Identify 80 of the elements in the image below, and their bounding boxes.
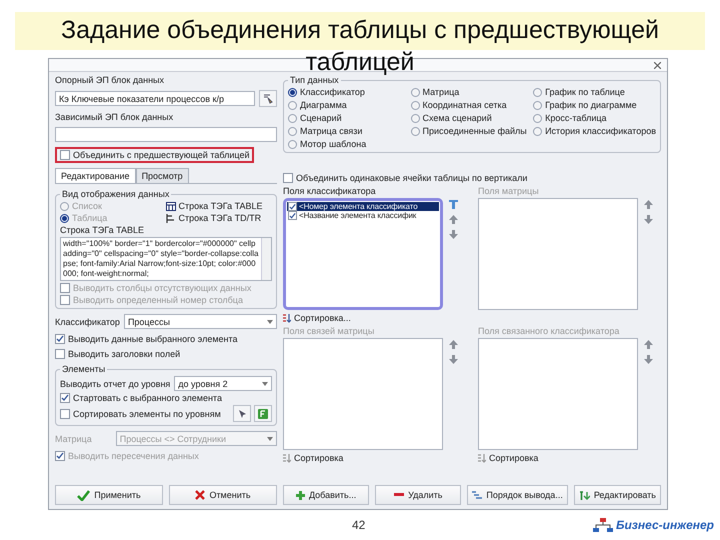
caret-icon	[262, 382, 268, 386]
list-title: Поля матрицы	[478, 186, 540, 196]
source-field[interactable]: Кэ Ключевые показатели процессов к/р	[55, 91, 255, 106]
check-icon	[61, 394, 69, 402]
caret-icon	[267, 320, 273, 324]
cross-icon	[195, 490, 206, 500]
radio-button[interactable]: Матрица	[410, 87, 534, 97]
radio-button[interactable]: Кросс-таблица	[533, 113, 656, 123]
field-label: Зависимый ЭП блок данных	[55, 112, 174, 122]
check-icon	[77, 490, 90, 500]
level-dropdown[interactable]: до уровня 2	[174, 376, 272, 391]
dialog-button[interactable]: Редактировать	[574, 485, 661, 505]
plus-icon	[296, 490, 305, 500]
scrollbar[interactable]	[261, 238, 271, 280]
dialog-button[interactable]: Удалить	[375, 485, 462, 505]
radio-button[interactable]: Матрица связи	[288, 126, 411, 136]
list-title: Поля связанного классификатора	[478, 326, 620, 336]
edit-columns-icon	[578, 490, 590, 500]
dialog-button[interactable]: Отменить	[169, 485, 277, 505]
sort-button[interactable]: Сортировка...	[283, 312, 351, 324]
list-item[interactable]: <Номер элемента классификато	[287, 202, 439, 211]
list-title: Поля связей матрицы	[283, 326, 376, 336]
filter-icon[interactable]	[449, 200, 458, 209]
radio-button[interactable]: Координатная сетка	[410, 100, 534, 110]
radio-button[interactable]: Сценарий	[288, 113, 411, 123]
radio-button[interactable]: Классификатор	[288, 87, 411, 97]
sort-icon	[283, 314, 291, 322]
radio-button[interactable]: График по диаграмме	[533, 100, 656, 110]
list-item[interactable]: <Название элемента классифик	[287, 211, 439, 220]
cursor-icon	[238, 409, 246, 418]
filter-button[interactable]	[254, 405, 272, 422]
radio-button[interactable]: Мотор шаблона	[288, 139, 411, 149]
checkbox[interactable]: Объединить с предшествующей таблицей	[55, 147, 254, 163]
logo-text: Бизнес-инженер	[616, 518, 714, 532]
letter-f-icon	[258, 408, 268, 418]
group-title: Элементы	[61, 364, 106, 374]
table-icon	[166, 202, 176, 210]
group-title: Тип данных	[289, 75, 340, 85]
radio-button[interactable]: Схема сценарий	[410, 113, 534, 123]
tag-button[interactable]: Строка ТЭГа TD/TR	[166, 213, 272, 223]
tab[interactable]: Редактирование	[55, 168, 136, 183]
radio-button[interactable]: График по таблице	[533, 87, 656, 97]
dependent-field[interactable]	[55, 127, 277, 142]
browse-button[interactable]	[259, 90, 277, 107]
down-arrow-icon[interactable]	[449, 230, 458, 239]
list-order-icon	[472, 490, 482, 500]
sort-icon	[283, 454, 291, 462]
field-label: Строка ТЭГа TABLE	[60, 225, 145, 235]
pointer-button[interactable]	[233, 405, 251, 422]
radio-button[interactable]: Присоединенные файлы	[410, 126, 534, 136]
field-label: Выводить отчет до уровня	[60, 378, 170, 388]
checkbox[interactable]: Сортировать элементы по уровням	[60, 408, 221, 418]
field-label: Классификатор	[55, 316, 120, 326]
page-number: 42	[352, 518, 366, 532]
tree-icon	[166, 214, 176, 222]
field-list[interactable]: <Номер элемента классификато <Название элемента классифик	[283, 198, 443, 310]
cursor-icon	[263, 94, 273, 104]
radio-button[interactable]: История классификаторов	[533, 126, 656, 136]
minus-icon	[394, 493, 404, 497]
sort-icon	[478, 454, 486, 462]
caret-icon	[267, 436, 273, 440]
checkbox[interactable]: Выводить заголовки полей	[55, 349, 277, 359]
tab[interactable]: Просмотр	[136, 168, 189, 183]
list-title: Поля классификатора	[283, 186, 377, 196]
up-arrow-icon[interactable]	[449, 215, 458, 224]
dialog-button[interactable]: Применить	[55, 485, 163, 505]
check-icon	[56, 335, 64, 343]
check-icon	[56, 452, 64, 460]
dialog-button[interactable]: Добавить...	[283, 485, 370, 505]
classifier-dropdown[interactable]: Процессы	[124, 314, 277, 329]
checkbox[interactable]: Стартовать с выбранного элемента	[60, 393, 272, 403]
group-title: Вид отображения данных	[61, 189, 170, 199]
radio-button[interactable]: Диаграмма	[288, 100, 411, 110]
network-icon	[592, 518, 613, 532]
checkbox[interactable]: Объединить одинаковые ячейки таблицы по вертикали	[283, 173, 661, 183]
field-label: Опорный ЭП блок данных	[55, 75, 166, 85]
checkbox[interactable]: Выводить данные выбранного элемента	[55, 334, 277, 344]
dialog-button[interactable]: Порядок вывода...	[467, 485, 568, 505]
field-label: Матрица	[55, 434, 92, 444]
tag-button[interactable]: Строка ТЭГа TABLE	[166, 201, 272, 211]
